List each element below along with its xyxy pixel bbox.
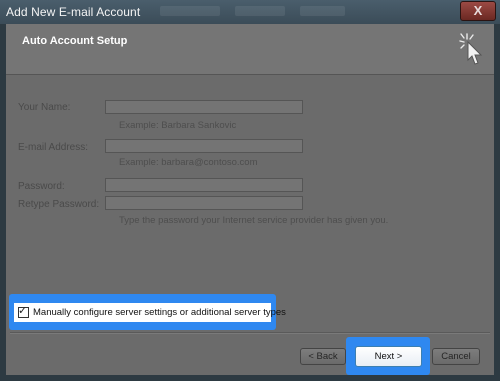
- manual-config-option[interactable]: ✓ Manually configure server settings or …: [14, 303, 286, 322]
- your-name-hint: Example: Barbara Sankovic: [119, 120, 237, 131]
- manual-config-label: Manually configure server settings or ad…: [33, 307, 286, 318]
- close-button[interactable]: X: [460, 1, 496, 21]
- background-ghost: [160, 6, 220, 16]
- your-name-label: Your Name:: [18, 102, 71, 113]
- cursor-click-icon: [459, 33, 483, 65]
- checkmark-icon: ✓: [18, 305, 28, 317]
- page-title: Auto Account Setup: [22, 35, 128, 47]
- cancel-button[interactable]: Cancel: [432, 348, 480, 365]
- back-button[interactable]: < Back: [300, 348, 346, 365]
- title-bar: Add New E-mail Account X: [0, 0, 500, 24]
- background-ghost: [235, 6, 285, 16]
- close-icon: X: [473, 3, 483, 18]
- manual-config-checkbox[interactable]: ✓: [18, 305, 29, 318]
- your-name-input[interactable]: [105, 100, 303, 114]
- add-email-account-window: Add New E-mail Account X Auto Account Se…: [0, 0, 500, 381]
- separator: [10, 332, 490, 334]
- background-ghost: [300, 6, 345, 16]
- email-hint: Example: barbara@contoso.com: [119, 157, 258, 168]
- email-input[interactable]: [105, 139, 303, 153]
- password-label: Password:: [18, 181, 65, 192]
- retype-password-label: Retype Password:: [18, 199, 100, 210]
- retype-password-input[interactable]: [105, 196, 303, 210]
- window-title: Add New E-mail Account: [6, 5, 141, 19]
- password-hint: Type the password your Internet service …: [119, 215, 389, 226]
- next-button[interactable]: Next >: [355, 346, 422, 367]
- dialog-header: Auto Account Setup: [6, 24, 494, 75]
- email-label: E-mail Address:: [18, 142, 89, 153]
- password-input[interactable]: [105, 178, 303, 192]
